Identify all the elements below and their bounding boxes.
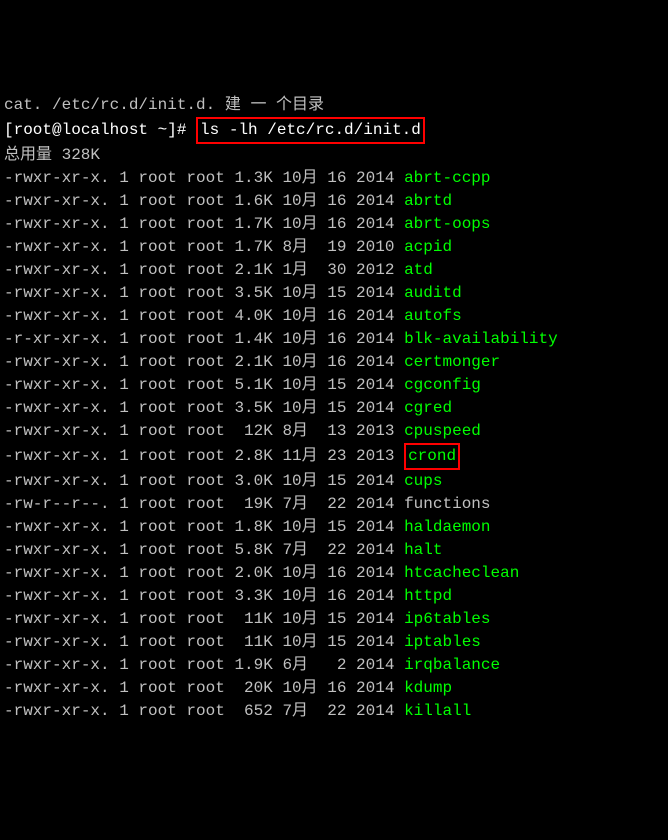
ls-row: -rwxr-xr-x. 1 root root 1.6K 10月 16 2014… — [4, 190, 664, 213]
ls-row: -rwxr-xr-x. 1 root root 3.5K 10月 15 2014… — [4, 282, 664, 305]
file-name: auditd — [404, 284, 462, 302]
file-name: abrtd — [404, 192, 452, 210]
file-meta: -rwxr-xr-x. 1 root root 5.8K 7月 22 2014 — [4, 541, 404, 559]
file-meta: -rwxr-xr-x. 1 root root 3.5K 10月 15 2014 — [4, 399, 404, 417]
file-name: atd — [404, 261, 433, 279]
file-name: acpid — [404, 238, 452, 256]
file-name: cpuspeed — [404, 422, 481, 440]
file-meta: -rwxr-xr-x. 1 root root 1.7K 8月 19 2010 — [4, 238, 404, 256]
ls-row: -rwxr-xr-x. 1 root root 11K 10月 15 2014 … — [4, 608, 664, 631]
file-name: certmonger — [404, 353, 500, 371]
file-name-highlight: crond — [404, 443, 460, 470]
file-meta: -r-xr-xr-x. 1 root root 1.4K 10月 16 2014 — [4, 330, 404, 348]
ls-row: -rwxr-xr-x. 1 root root 5.1K 10月 15 2014… — [4, 374, 664, 397]
file-name: abrt-oops — [404, 215, 490, 233]
ls-row: -rwxr-xr-x. 1 root root 1.3K 10月 16 2014… — [4, 167, 664, 190]
file-name: functions — [404, 495, 490, 513]
file-name: haldaemon — [404, 518, 490, 536]
file-name: cups — [404, 472, 442, 490]
file-meta: -rwxr-xr-x. 1 root root 3.0K 10月 15 2014 — [4, 472, 404, 490]
file-name: kdump — [404, 679, 452, 697]
ls-row: -rwxr-xr-x. 1 root root 2.0K 10月 16 2014… — [4, 562, 664, 585]
file-meta: -rwxr-xr-x. 1 root root 3.3K 10月 16 2014 — [4, 587, 404, 605]
file-meta: -rw-r--r--. 1 root root 19K 7月 22 2014 — [4, 495, 404, 513]
file-name: cgconfig — [404, 376, 481, 394]
file-name: blk-availability — [404, 330, 558, 348]
ls-row: -rwxr-xr-x. 1 root root 3.5K 10月 15 2014… — [4, 397, 664, 420]
prompt-line: [root@localhost ~]# ls -lh /etc/rc.d/ini… — [4, 117, 664, 144]
file-meta: -rwxr-xr-x. 1 root root 11K 10月 15 2014 — [4, 610, 404, 628]
partial-prev-line: cat. /etc/rc.d/init.d. 建 一 个目录 — [4, 94, 664, 117]
file-name: killall — [404, 702, 471, 720]
file-meta: -rwxr-xr-x. 1 root root 20K 10月 16 2014 — [4, 679, 404, 697]
file-meta: -rwxr-xr-x. 1 root root 12K 8月 13 2013 — [4, 422, 404, 440]
file-meta: -rwxr-xr-x. 1 root root 3.5K 10月 15 2014 — [4, 284, 404, 302]
file-name: abrt-ccpp — [404, 169, 490, 187]
ls-row: -rwxr-xr-x. 1 root root 5.8K 7月 22 2014 … — [4, 539, 664, 562]
file-name: httpd — [404, 587, 452, 605]
file-name: cgred — [404, 399, 452, 417]
file-meta: -rwxr-xr-x. 1 root root 2.1K 10月 16 2014 — [4, 353, 404, 371]
file-meta: -rwxr-xr-x. 1 root root 4.0K 10月 16 2014 — [4, 307, 404, 325]
terminal-output: cat. /etc/rc.d/init.d. 建 一 个目录[root@loca… — [4, 94, 664, 723]
ls-row: -rwxr-xr-x. 1 root root 1.9K 6月 2 2014 i… — [4, 654, 664, 677]
file-meta: -rwxr-xr-x. 1 root root 1.7K 10月 16 2014 — [4, 215, 404, 233]
file-meta: -rwxr-xr-x. 1 root root 11K 10月 15 2014 — [4, 633, 404, 651]
file-meta: -rwxr-xr-x. 1 root root 5.1K 10月 15 2014 — [4, 376, 404, 394]
ls-row: -r-xr-xr-x. 1 root root 1.4K 10月 16 2014… — [4, 328, 664, 351]
ls-row: -rwxr-xr-x. 1 root root 2.1K 1月 30 2012 … — [4, 259, 664, 282]
ls-row: -rwxr-xr-x. 1 root root 1.7K 8月 19 2010 … — [4, 236, 664, 259]
ls-row: -rwxr-xr-x. 1 root root 4.0K 10月 16 2014… — [4, 305, 664, 328]
file-meta: -rwxr-xr-x. 1 root root 1.8K 10月 15 2014 — [4, 518, 404, 536]
file-meta: -rwxr-xr-x. 1 root root 2.8K 11月 23 2013 — [4, 447, 404, 465]
ls-row: -rwxr-xr-x. 1 root root 2.8K 11月 23 2013… — [4, 443, 664, 470]
ls-row: -rwxr-xr-x. 1 root root 3.3K 10月 16 2014… — [4, 585, 664, 608]
file-name: ip6tables — [404, 610, 490, 628]
file-meta: -rwxr-xr-x. 1 root root 2.1K 1月 30 2012 — [4, 261, 404, 279]
ls-row: -rw-r--r--. 1 root root 19K 7月 22 2014 f… — [4, 493, 664, 516]
ls-row: -rwxr-xr-x. 1 root root 20K 10月 16 2014 … — [4, 677, 664, 700]
ls-row: -rwxr-xr-x. 1 root root 1.7K 10月 16 2014… — [4, 213, 664, 236]
file-name: iptables — [404, 633, 481, 651]
file-meta: -rwxr-xr-x. 1 root root 1.3K 10月 16 2014 — [4, 169, 404, 187]
ls-row: -rwxr-xr-x. 1 root root 2.1K 10月 16 2014… — [4, 351, 664, 374]
ls-row: -rwxr-xr-x. 1 root root 11K 10月 15 2014 … — [4, 631, 664, 654]
file-meta: -rwxr-xr-x. 1 root root 652 7月 22 2014 — [4, 702, 404, 720]
file-meta: -rwxr-xr-x. 1 root root 2.0K 10月 16 2014 — [4, 564, 404, 582]
file-meta: -rwxr-xr-x. 1 root root 1.9K 6月 2 2014 — [4, 656, 404, 674]
file-name: irqbalance — [404, 656, 500, 674]
file-name: htcacheclean — [404, 564, 519, 582]
file-name: autofs — [404, 307, 462, 325]
total-line: 总用量 328K — [4, 144, 664, 167]
ls-row: -rwxr-xr-x. 1 root root 3.0K 10月 15 2014… — [4, 470, 664, 493]
file-meta: -rwxr-xr-x. 1 root root 1.6K 10月 16 2014 — [4, 192, 404, 210]
file-name: halt — [404, 541, 442, 559]
ls-row: -rwxr-xr-x. 1 root root 12K 8月 13 2013 c… — [4, 420, 664, 443]
ls-row: -rwxr-xr-x. 1 root root 1.8K 10月 15 2014… — [4, 516, 664, 539]
shell-prompt: [root@localhost ~]# — [4, 121, 196, 139]
ls-row: -rwxr-xr-x. 1 root root 652 7月 22 2014 k… — [4, 700, 664, 723]
command-highlight-box: ls -lh /etc/rc.d/init.d — [196, 117, 425, 144]
